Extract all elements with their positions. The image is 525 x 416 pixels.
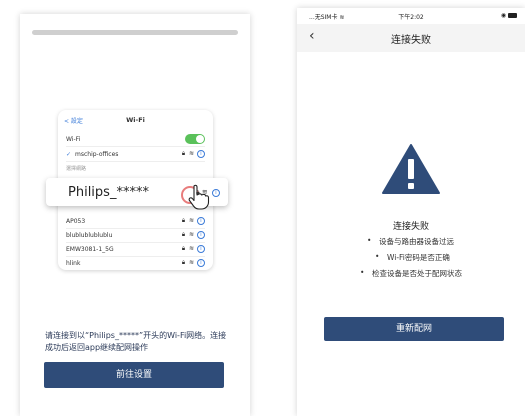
bullet-icon: • [360,268,365,277]
wifi-toggle-row: Wi-Fi [66,132,205,147]
battery-icon [508,13,517,18]
philips-network-highlight: Philips_***** 🔒︎ ≋ i [46,178,228,210]
connect-instruction-text: 请连接到以“Philips_*****”开头的Wi-Fi网络。连接成功后返回ap… [45,331,227,352]
go-to-settings-button[interactable]: 前往设置 [44,362,224,388]
reason-text: Wi-Fi密码是否正确 [387,253,450,262]
page-title: 连接失败 [391,35,431,46]
info-icon: i [197,217,205,225]
network-name: hlink [66,259,81,267]
bullet-icon: • [375,252,380,261]
check-icon: ✓ [66,150,72,158]
wifi-header: < 設定 Wi-Fi [58,116,213,128]
failure-title: 连接失败 [392,222,429,232]
status-time: 下午2:02 [398,14,424,21]
status-bar: ...无SIM卡 ≋ 下午2:02 ◉ [297,12,525,22]
battery-status: ◉ [501,12,517,19]
bullet-icon: • [367,236,372,245]
network-row: hlink 🔒︎ ≋ i [66,256,205,270]
reason-text: 设备与路由器设备过远 [379,237,454,246]
connected-network-name: mschip-offices [75,150,119,158]
lock-wifi-icon: 🔒︎ ≋ i [196,188,220,197]
network-name: AP053 [66,217,86,225]
reconfigure-network-button[interactable]: 重新配网 [324,317,504,341]
network-row: blublublublublu 🔒︎ ≋ i [66,228,205,243]
warning-icon [382,144,440,194]
reason-text: 检查设备是否处于配网状态 [372,269,462,278]
lock-wifi-icon: 🔒︎ ≋ [181,245,195,252]
network-row: AP053 🔒︎ ≋ i [66,214,205,229]
wifi-toggle [185,134,205,144]
lock-wifi-icon: 🔒︎ ≋ [181,217,195,224]
network-name: EMW3081-1_5G [66,245,114,253]
list-item: • 检查设备是否处于配网状态 [360,268,462,279]
choose-network-label: 選擇網路 [66,166,87,172]
network-name: blublublublublu [66,231,113,239]
list-item: • Wi-Fi密码是否正确 [375,252,450,263]
wifi-title: Wi-Fi [126,116,145,124]
info-icon: i [197,150,205,158]
progress-bar [32,30,238,35]
lock-wifi-icon: 🔒︎ ≋ [181,150,195,157]
network-row: EMW3081-1_5G 🔒︎ ≋ i [66,242,205,257]
location-icon: ◉ [500,12,507,19]
info-icon: i [197,259,205,267]
lock-wifi-icon: 🔒︎ ≋ [181,259,195,266]
navigation-bar: ‹ 连接失败 [297,24,525,52]
wifi-instruction-screen: < 設定 Wi-Fi Wi-Fi ✓ mschip-offices 🔒︎ ≋ i … [20,14,250,416]
connected-network-row: ✓ mschip-offices 🔒︎ ≋ i [66,147,205,162]
info-icon: i [197,245,205,253]
connection-failed-screen: ...无SIM卡 ≋ 下午2:02 ◉ ‹ 连接失败 连接失败 • 设备与路由器… [297,8,525,416]
lock-wifi-icon: 🔒︎ ≋ [181,231,195,238]
philips-network-name: Philips_***** [68,184,149,200]
info-icon: i [197,231,205,239]
info-icon: i [212,188,220,197]
wifi-label: Wi-Fi [66,135,81,143]
list-item: • 设备与路由器设备过远 [367,236,454,247]
